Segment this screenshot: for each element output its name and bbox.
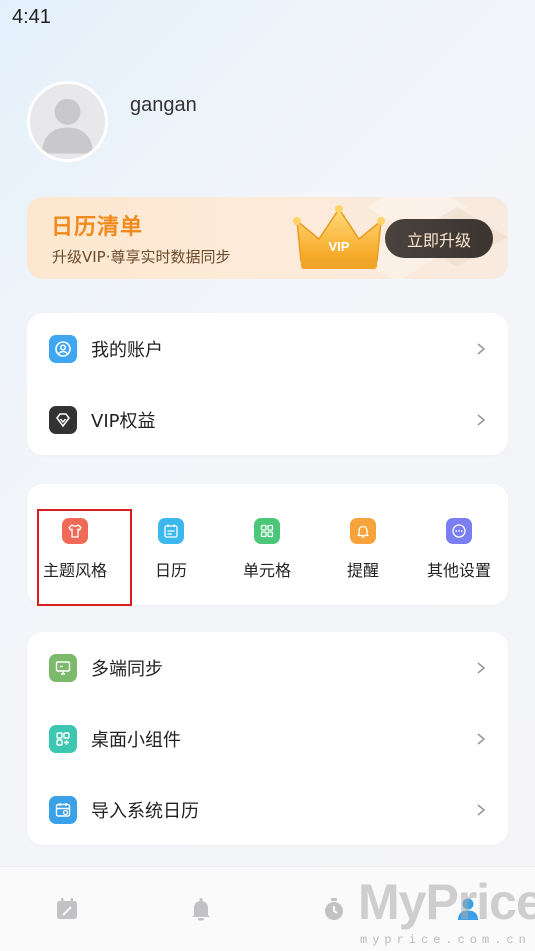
- grid-item-reminder[interactable]: 提醒: [315, 484, 411, 605]
- grid-item-label: 日历: [154, 561, 187, 580]
- chevron-right-icon: [477, 732, 486, 745]
- crown-label: VIP: [329, 239, 350, 254]
- menu-item-label: 桌面小组件: [91, 729, 181, 751]
- stopwatch-icon: [325, 898, 343, 920]
- chevron-right-icon: [477, 661, 486, 674]
- menu-item-label: 导入系统日历: [91, 800, 199, 822]
- chevron-right-icon: [477, 803, 486, 816]
- widget-icon: [49, 724, 77, 753]
- calendar-tab[interactable]: [51, 893, 83, 925]
- avatar[interactable]: [27, 81, 108, 162]
- bell-icon: [350, 518, 376, 544]
- crown-icon: VIP: [293, 205, 385, 269]
- import-calendar-icon: [49, 795, 77, 824]
- reminder-tab[interactable]: [185, 893, 217, 925]
- menu-item-label: 多端同步: [91, 658, 163, 680]
- grid-item-calendar[interactable]: 日历: [123, 484, 219, 605]
- more-icon: [446, 518, 472, 544]
- account-icon: [49, 334, 77, 363]
- vip-subtitle: 升级VIP·尊享实时数据同步: [52, 248, 231, 266]
- account-card: 我的账户 VIP权益: [27, 313, 508, 455]
- menu-item-label: 我的账户: [91, 339, 163, 361]
- menu-item-import-calendar[interactable]: 导入系统日历: [27, 774, 508, 845]
- watermark: MyPrice: [358, 874, 535, 930]
- sync-device-icon: [49, 653, 77, 682]
- menu-item-label: VIP权益: [91, 410, 156, 432]
- calendar-icon: [158, 518, 184, 544]
- menu-item-desktop-widget[interactable]: 桌面小组件: [27, 703, 508, 774]
- upgrade-button[interactable]: 立即升级: [385, 219, 493, 258]
- vip-title: 日历清单: [51, 215, 144, 240]
- highlight-annotation-box: [37, 509, 132, 606]
- watermark-url: myprice.com.cn: [360, 933, 531, 947]
- bell-icon: [192, 898, 210, 921]
- status-time: 4:41: [12, 6, 51, 28]
- username[interactable]: gangan: [130, 94, 197, 117]
- grid-item-other-settings[interactable]: 其他设置: [411, 484, 507, 605]
- grid-item-cells[interactable]: 单元格: [219, 484, 315, 605]
- grid-item-label: 其他设置: [426, 561, 491, 580]
- chevron-right-icon: [477, 413, 486, 426]
- grid-item-label: 单元格: [242, 561, 291, 580]
- grid-icon: [254, 518, 280, 544]
- menu-item-my-account[interactable]: 我的账户: [27, 313, 508, 384]
- vip-banner[interactable]: 日历清单 升级VIP·尊享实时数据同步 VIP 立即升级: [27, 197, 508, 279]
- grid-item-label: 提醒: [346, 561, 379, 580]
- default-avatar-icon: [30, 84, 105, 159]
- timer-tab[interactable]: [318, 893, 350, 925]
- feature-card: 多端同步 桌面小组件 导入系统日历: [27, 632, 508, 845]
- calendar-icon: [57, 898, 77, 919]
- chevron-right-icon: [477, 342, 486, 355]
- menu-item-vip-benefits[interactable]: VIP权益: [27, 384, 508, 455]
- diamond-icon: [49, 405, 77, 434]
- menu-item-multi-sync[interactable]: 多端同步: [27, 632, 508, 703]
